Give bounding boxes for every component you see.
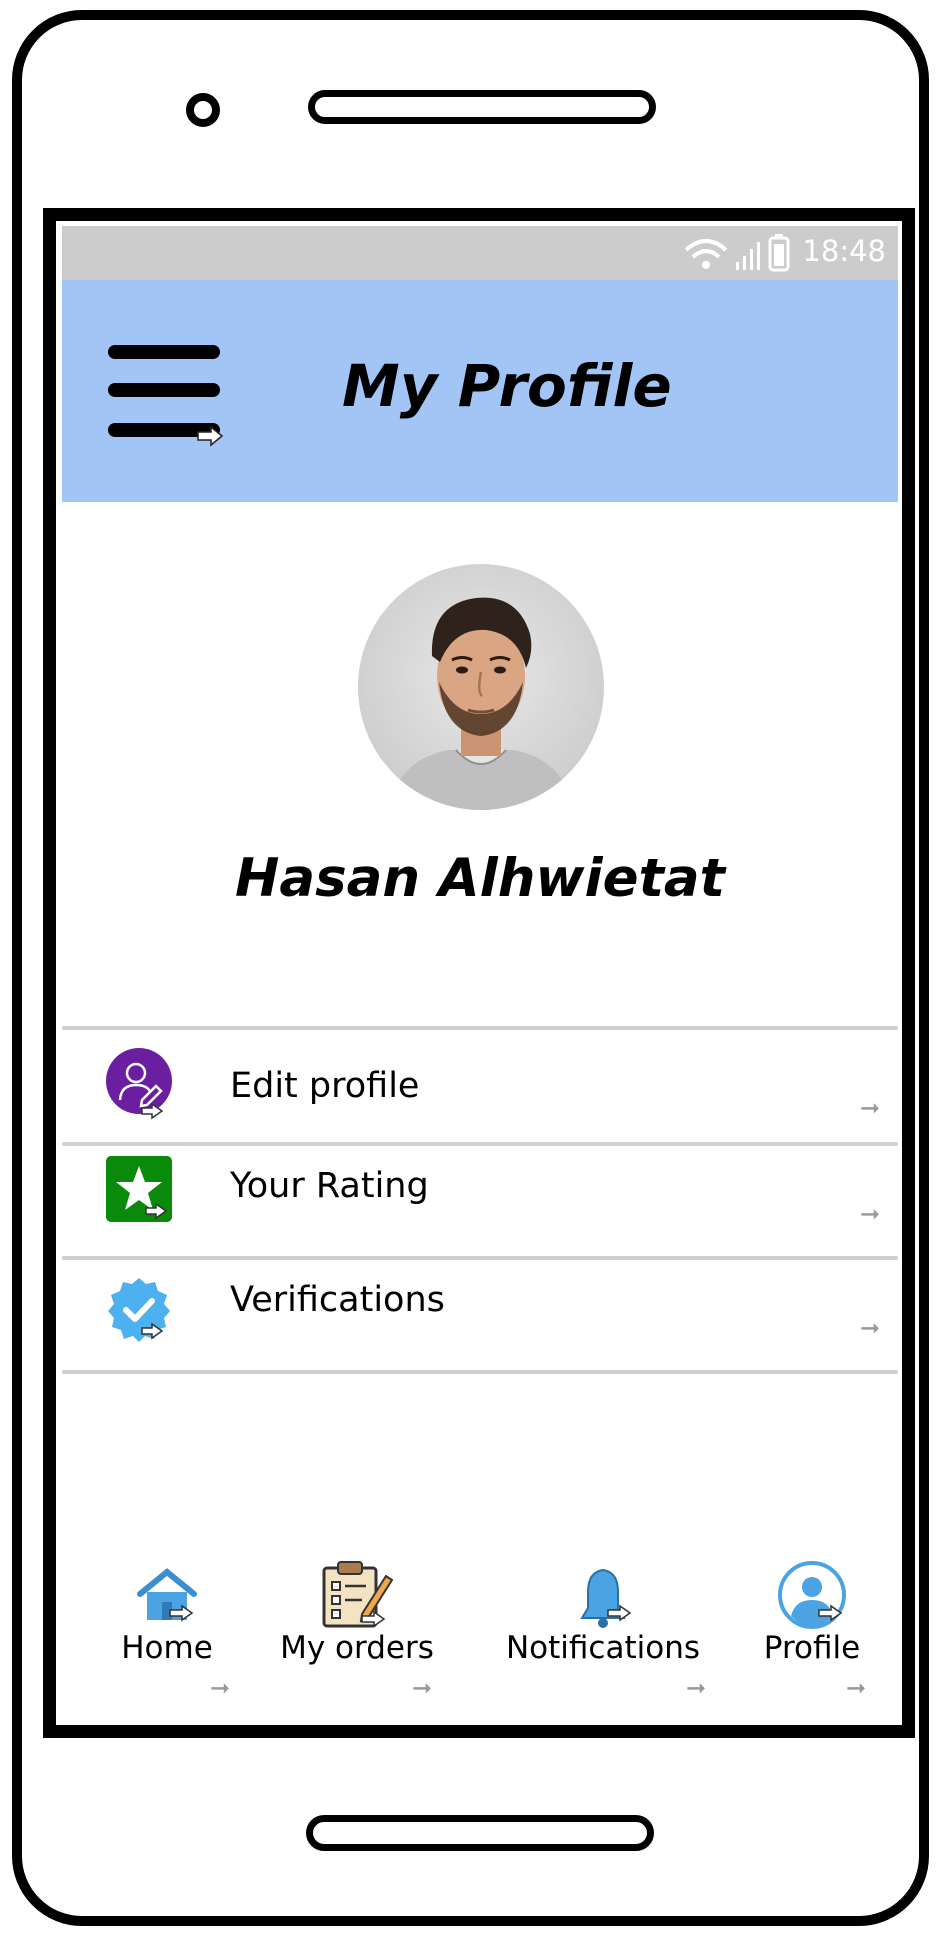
link-arrow-icon: ➞ bbox=[860, 1094, 881, 1122]
nav-label: My orders bbox=[280, 1630, 434, 1666]
screen: 18:48 My Profile Hasan Alhwietat Edit pr… bbox=[62, 226, 898, 1720]
user-circle-icon bbox=[778, 1561, 846, 1629]
link-arrow-icon: ➞ bbox=[412, 1674, 433, 1702]
hamburger-line bbox=[108, 345, 220, 359]
nav-label: Home bbox=[121, 1630, 213, 1666]
bell-icon bbox=[580, 1568, 632, 1628]
menu-item-your-rating[interactable]: Your Rating ➞ bbox=[62, 1146, 898, 1258]
clipboard-icon bbox=[322, 1561, 394, 1628]
nav-profile[interactable]: Profile ➞ bbox=[742, 1560, 882, 1706]
page-title: My Profile bbox=[342, 352, 672, 420]
link-arrow-icon: ➞ bbox=[860, 1314, 881, 1342]
menu-button[interactable] bbox=[108, 345, 224, 447]
front-camera bbox=[186, 93, 220, 127]
edit-user-icon bbox=[106, 1048, 172, 1120]
link-arrow-icon: ➞ bbox=[686, 1674, 707, 1702]
earpiece-speaker bbox=[308, 90, 656, 124]
menu-item-label: Verifications bbox=[230, 1280, 445, 1320]
avatar bbox=[358, 564, 604, 810]
menu-item-label: Your Rating bbox=[230, 1166, 429, 1206]
nav-home[interactable]: Home ➞ bbox=[92, 1566, 242, 1706]
status-bar: 18:48 bbox=[62, 226, 898, 280]
verified-badge-icon bbox=[106, 1276, 172, 1342]
divider bbox=[62, 1370, 898, 1374]
link-arrow-icon bbox=[197, 425, 224, 447]
menu-item-edit-profile[interactable]: Edit profile ➞ bbox=[62, 1030, 898, 1142]
link-arrow-icon: ➞ bbox=[860, 1200, 881, 1228]
nav-label: Profile bbox=[763, 1630, 861, 1666]
star-icon bbox=[106, 1156, 172, 1222]
user-name: Hasan Alhwietat bbox=[234, 848, 726, 909]
home-icon bbox=[137, 1568, 197, 1622]
app-header: My Profile bbox=[62, 280, 898, 502]
menu-item-verifications[interactable]: Verifications ➞ bbox=[62, 1260, 898, 1372]
home-bar bbox=[306, 1815, 654, 1851]
user-photo-icon bbox=[388, 597, 574, 810]
nav-label: Notifications bbox=[505, 1630, 701, 1666]
link-arrow-icon: ➞ bbox=[210, 1674, 231, 1702]
link-arrow-icon: ➞ bbox=[846, 1674, 867, 1702]
status-time: 18:48 bbox=[802, 234, 886, 268]
nav-my-orders[interactable]: My orders ➞ bbox=[262, 1560, 452, 1706]
status-icons bbox=[682, 234, 792, 278]
wifi-signal-battery-icon bbox=[684, 234, 790, 272]
hamburger-line bbox=[108, 383, 220, 397]
menu-item-label: Edit profile bbox=[230, 1066, 420, 1106]
nav-notifications[interactable]: Notifications ➞ bbox=[488, 1566, 718, 1706]
